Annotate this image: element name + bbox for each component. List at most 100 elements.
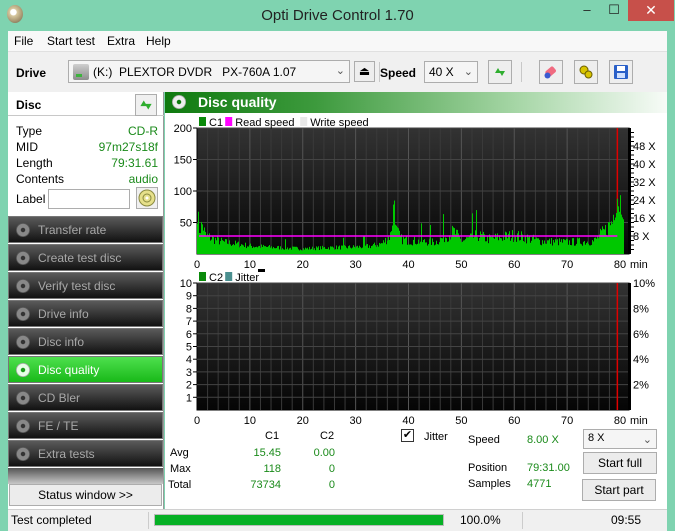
- c1-bar: [304, 249, 305, 254]
- speed-select[interactable]: 40 X ⌄: [424, 61, 478, 83]
- c1-bar: [337, 249, 338, 254]
- test-speed-select[interactable]: 8 X ⌄: [583, 429, 657, 449]
- c1-bar: [535, 239, 536, 254]
- c1-bar: [283, 249, 284, 254]
- nav-drive-info[interactable]: Drive info: [8, 300, 163, 327]
- menu-start-test[interactable]: Start test: [47, 34, 95, 48]
- disc-refresh-button[interactable]: [135, 94, 157, 116]
- y-tick-label: 5: [186, 342, 192, 354]
- settings-button[interactable]: [574, 60, 598, 84]
- start-part-button[interactable]: Start part: [582, 479, 656, 501]
- start-full-button[interactable]: Start full: [583, 452, 657, 474]
- c1-bar: [392, 225, 393, 254]
- c1-bar: [365, 245, 366, 254]
- c1-bar: [376, 246, 377, 254]
- nav-transfer-rate[interactable]: Transfer rate: [8, 216, 163, 243]
- c1-bar: [370, 248, 371, 254]
- c1-bar: [437, 244, 438, 254]
- nav-fe-te[interactable]: FE / TE: [8, 412, 163, 439]
- maximize-button[interactable]: ☐: [600, 0, 628, 21]
- c1-bar: [292, 246, 293, 254]
- c1-bar: [302, 250, 303, 254]
- y-tick-label: 4: [186, 354, 192, 366]
- c1-bar: [299, 250, 300, 254]
- drive-label: Drive: [16, 66, 47, 80]
- disc-label-input[interactable]: [48, 189, 130, 209]
- c1-bar: [429, 239, 430, 254]
- eraser-icon: [544, 66, 556, 79]
- c1-bar: [454, 228, 455, 254]
- nav-label: Transfer rate: [38, 223, 107, 237]
- c1-bar: [431, 244, 432, 254]
- x-tick-label: 60: [508, 259, 520, 271]
- c1-bar: [477, 237, 478, 254]
- c1-bar: [322, 245, 323, 254]
- c1-bar: [291, 249, 292, 254]
- eject-button[interactable]: ⏏: [354, 61, 375, 82]
- c1-bar: [572, 238, 573, 254]
- c1-bar: [214, 243, 215, 254]
- refresh-speed-button[interactable]: [488, 60, 512, 84]
- c1-bar: [571, 245, 572, 254]
- disc-mid-label: MID: [16, 140, 38, 154]
- legend-label: Write speed: [310, 117, 369, 129]
- c1-bar: [300, 249, 301, 254]
- c1-bar: [453, 227, 454, 254]
- nav-extra-tests[interactable]: Extra tests: [8, 440, 163, 467]
- jitter-checkbox[interactable]: ✔: [401, 429, 414, 442]
- c1-bar: [336, 245, 337, 254]
- c1-bar: [491, 237, 492, 254]
- c1-bar: [277, 246, 278, 254]
- samples-value: 4771: [527, 478, 552, 490]
- c1-bar: [619, 211, 620, 254]
- c1-bar: [590, 245, 591, 254]
- x-tick-label: 80: [614, 415, 626, 427]
- minimize-button[interactable]: ‒: [573, 0, 601, 21]
- c1-bar: [526, 243, 527, 254]
- nav-verify-test-disc[interactable]: Verify test disc: [8, 272, 163, 299]
- y-tick-label: 6: [186, 329, 192, 341]
- c1-bar: [234, 245, 235, 254]
- c1-bar: [298, 249, 299, 254]
- erase-button[interactable]: [539, 60, 563, 84]
- c1-bar: [476, 210, 477, 254]
- nav-disc-info[interactable]: Disc info: [8, 328, 163, 355]
- c1-bar: [258, 246, 259, 254]
- nav-disc-quality[interactable]: Disc quality: [8, 356, 163, 383]
- c1-bar: [335, 249, 336, 254]
- disc-contents-row: Contents audio: [16, 172, 158, 188]
- c1-bar: [512, 230, 513, 254]
- c1-bar: [383, 240, 384, 254]
- c1-bar: [442, 238, 443, 254]
- save-button[interactable]: [609, 60, 633, 84]
- c1-bar: [233, 244, 234, 254]
- c1-bar: [622, 217, 623, 254]
- test-speed-value: 8 X: [588, 432, 605, 444]
- c1-bar: [296, 246, 297, 254]
- menu-extra[interactable]: Extra: [107, 34, 135, 48]
- disc-label-button[interactable]: [136, 187, 158, 209]
- c1-bar: [301, 250, 302, 254]
- status-window-button[interactable]: Status window >>: [9, 484, 162, 506]
- c1-bar: [320, 246, 321, 254]
- c1-bar: [400, 235, 401, 254]
- menu-help[interactable]: Help: [146, 34, 171, 48]
- c1-bar: [430, 224, 431, 254]
- disc-length-row: Length 79:31.61: [16, 156, 158, 172]
- c1-bar: [361, 248, 362, 254]
- c1-bar: [457, 229, 458, 254]
- c1-bar: [278, 245, 279, 254]
- nav-cd-bler[interactable]: CD Bler: [8, 384, 163, 411]
- c1-bar: [264, 246, 265, 254]
- c1-bar: [485, 241, 486, 254]
- c1-bar: [339, 245, 340, 254]
- c1-bar: [373, 243, 374, 254]
- close-button[interactable]: ✕: [628, 0, 674, 21]
- c1-bar: [396, 225, 397, 254]
- drive-select[interactable]: (K:) PLEXTOR DVDR PX-760A 1.07 ⌄: [68, 60, 350, 83]
- c1-bar: [452, 225, 453, 254]
- menu-file[interactable]: File: [14, 34, 33, 48]
- c1-bar: [503, 235, 504, 254]
- c1-bar: [504, 239, 505, 254]
- nav-create-test-disc[interactable]: Create test disc: [8, 244, 163, 271]
